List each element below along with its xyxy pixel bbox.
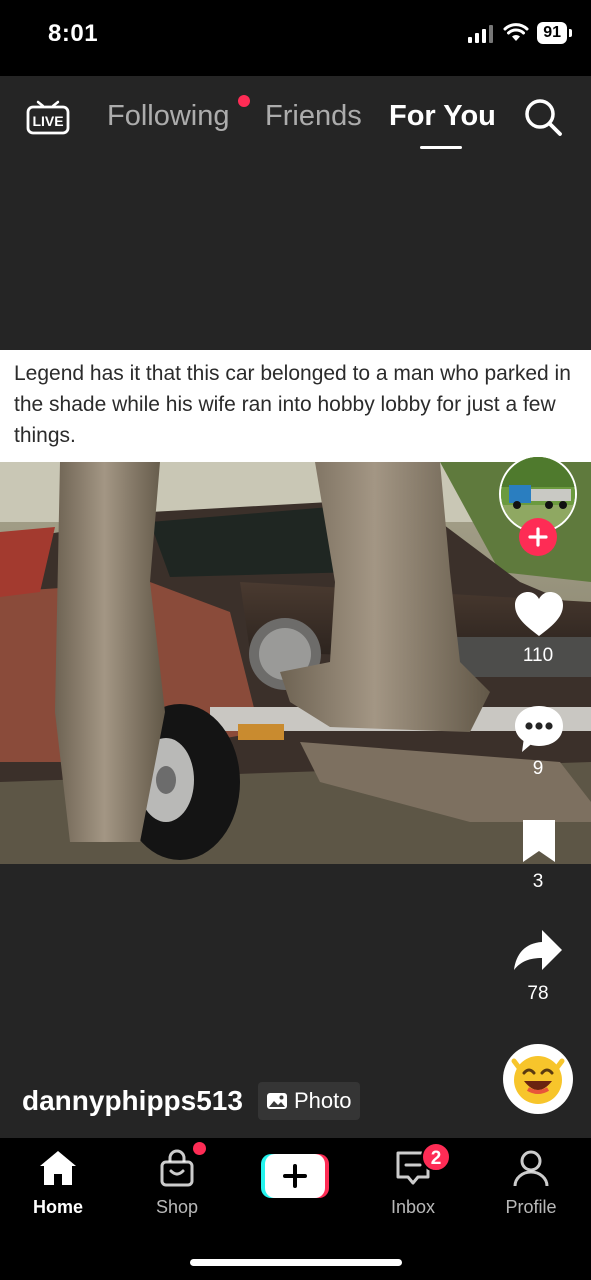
author-username[interactable]: dannyphipps513: [22, 1085, 243, 1117]
profile-icon: [513, 1150, 549, 1187]
home-indicator: [190, 1259, 402, 1266]
tab-following[interactable]: Following: [107, 100, 230, 133]
live-icon-label: LIVE: [32, 113, 63, 129]
comment-icon[interactable]: [513, 704, 565, 754]
status-icons: 91: [467, 22, 572, 44]
bookmark-icon[interactable]: [520, 818, 558, 864]
nav-profile-label: Profile: [505, 1197, 557, 1217]
shopping-bag-icon: [160, 1149, 194, 1187]
inbox-badge: 2: [421, 1142, 451, 1172]
search-icon[interactable]: [522, 96, 564, 138]
plus-icon: [528, 527, 548, 547]
create-button[interactable]: [261, 1154, 329, 1198]
shop-notification-dot: [193, 1142, 206, 1155]
nav-shop-label: Shop: [155, 1197, 199, 1217]
tab-for-you[interactable]: For You: [389, 100, 496, 133]
post-caption-text: Legend has it that this car belonged to …: [14, 362, 571, 447]
following-notification-dot: [238, 95, 250, 107]
nav-home[interactable]: Home: [8, 1148, 108, 1218]
save-count: 3: [532, 871, 544, 892]
share-icon[interactable]: [512, 928, 564, 974]
heart-icon[interactable]: [513, 591, 565, 639]
cellular-signal-icon: [468, 25, 494, 43]
status-bar: 8:01 91: [0, 0, 591, 76]
photo-mode-label: Photo: [294, 1088, 352, 1113]
nav-shop[interactable]: Shop: [127, 1148, 227, 1218]
sound-disc[interactable]: [503, 1044, 573, 1114]
photo-mode-tag[interactable]: Photo: [258, 1082, 360, 1120]
wifi-icon: [503, 23, 529, 41]
post-caption-box: Legend has it that this car belonged to …: [0, 350, 591, 462]
like-count: 110: [522, 645, 554, 666]
live-icon[interactable]: LIVE: [26, 96, 70, 136]
tab-friends[interactable]: Friends: [265, 100, 362, 133]
comment-count: 9: [532, 758, 544, 779]
battery-indicator: 91: [537, 22, 572, 44]
nav-profile[interactable]: Profile: [481, 1148, 581, 1218]
follow-button[interactable]: [519, 518, 557, 556]
nav-home-label: Home: [32, 1197, 83, 1217]
nav-inbox-label: Inbox: [390, 1197, 436, 1217]
active-tab-indicator: [420, 146, 462, 149]
status-time: 8:01: [48, 20, 99, 47]
top-nav: LIVE Following Friends For You: [0, 76, 591, 156]
home-icon: [40, 1151, 76, 1185]
share-count: 78: [527, 983, 549, 1004]
laughing-emoji-icon: [511, 1056, 565, 1104]
image-icon: [267, 1093, 287, 1109]
